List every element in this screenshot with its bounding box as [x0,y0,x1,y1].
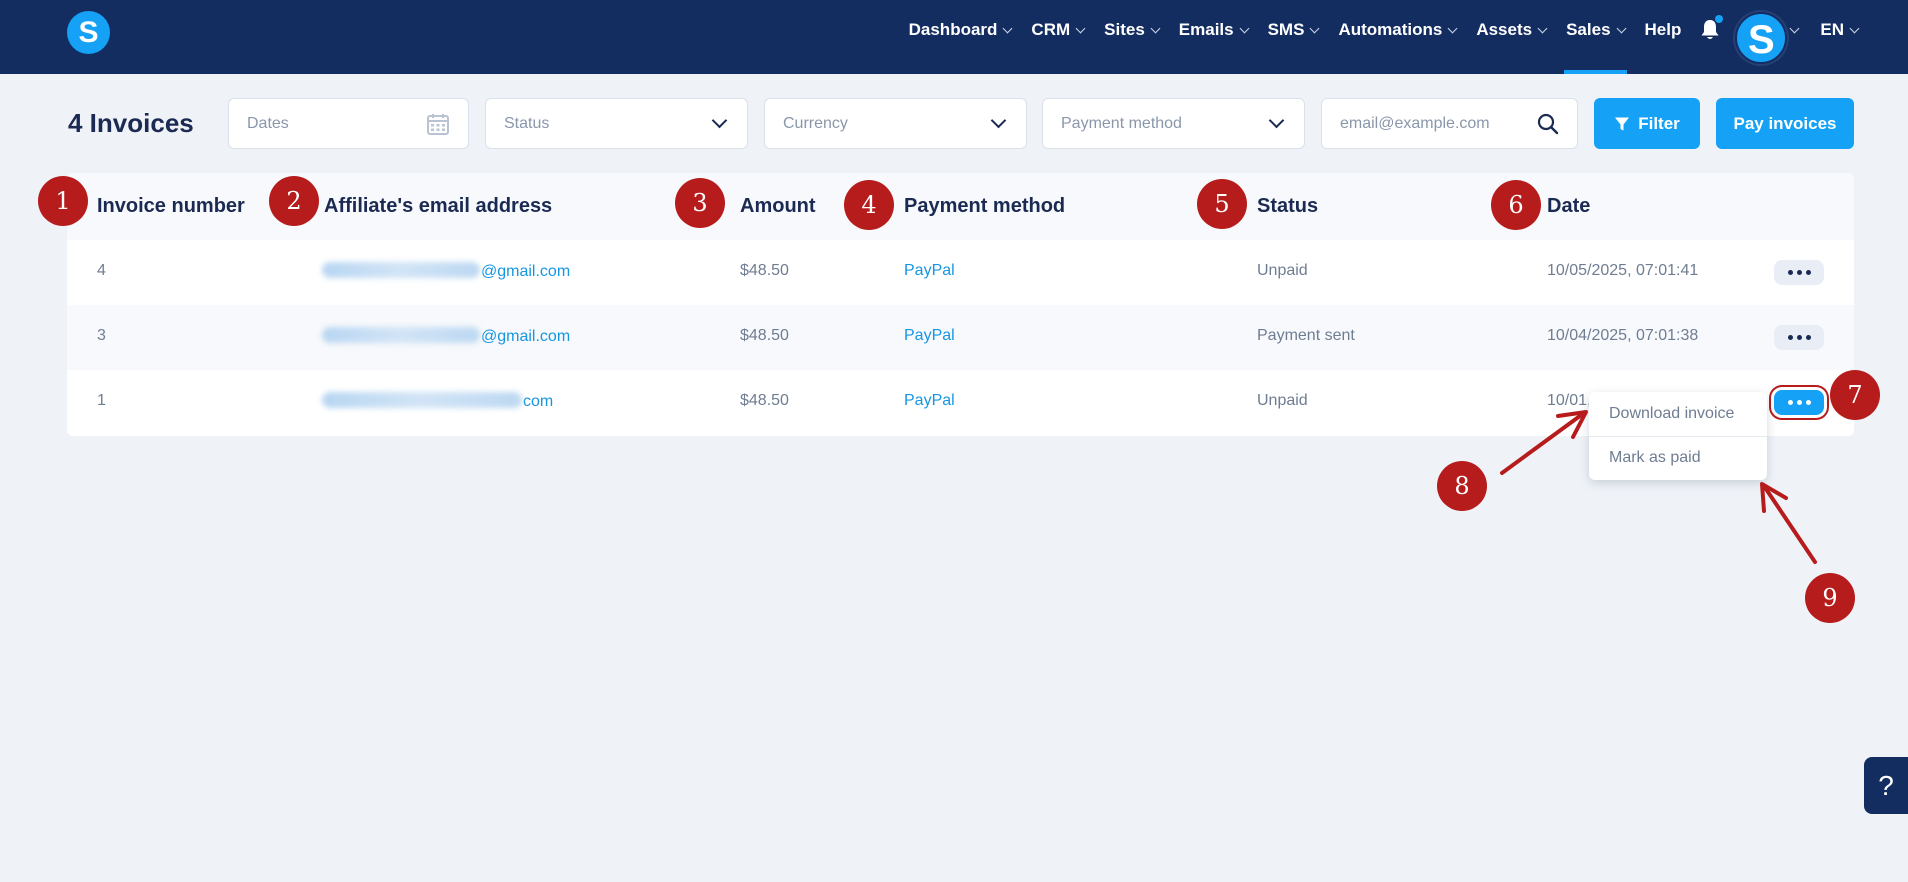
arrow-8-head [1556,410,1588,439]
annotation-badge-4: 4 [844,180,894,230]
annotation-badge-6: 6 [1491,180,1541,230]
annotation-arrows [1500,410,1817,564]
annotation-badge-3: 3 [675,178,725,228]
annotation-badge-7: 7 [1830,370,1880,420]
annotation-badge-5: 5 [1197,179,1247,229]
arrow-9-line [1762,484,1817,564]
annotation-badge-1: 1 [38,176,88,226]
arrow-8-line [1500,411,1586,475]
annotation-badge-8: 8 [1437,461,1487,511]
annotation-badge-9: 9 [1805,573,1855,623]
annotation-badge-2: 2 [269,176,319,226]
help-widget-button[interactable]: ? [1864,757,1908,814]
